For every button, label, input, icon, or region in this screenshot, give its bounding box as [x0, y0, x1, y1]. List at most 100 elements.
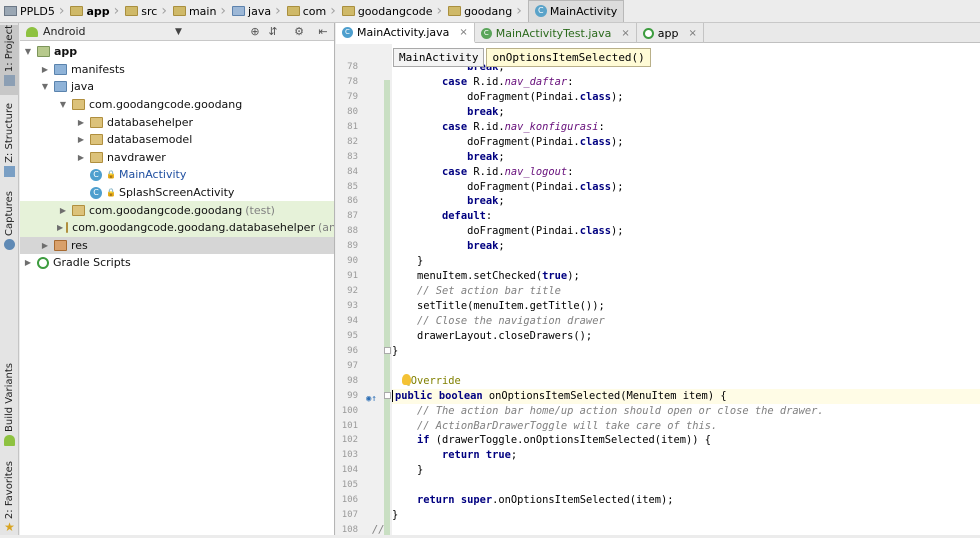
tab-structure[interactable]: Z: Structure [0, 103, 19, 193]
close-icon[interactable]: × [621, 28, 629, 39]
crumb-method[interactable]: onOptionsItemSelected() [486, 48, 651, 67]
code-token: boolean [438, 389, 483, 402]
collapsed-arrow-icon[interactable]: ▶ [75, 135, 87, 144]
code-area[interactable]: 78 break; 78 case R.id.nav_daftar: 79 do… [342, 60, 980, 538]
android-icon [4, 434, 15, 446]
tree-item-gradle-scripts[interactable]: ▶ Gradle Scripts [20, 254, 334, 272]
project-icon [4, 6, 17, 16]
collapsed-arrow-icon[interactable]: ▶ [75, 153, 87, 162]
tree-item-mainactivity[interactable]: C 🔒 MainActivity [20, 166, 334, 184]
breadcrumb-mainactivity[interactable]: C MainActivity [527, 0, 625, 22]
code-token: true [542, 270, 568, 283]
breadcrumb-app[interactable]: app › [70, 0, 125, 22]
gear-icon[interactable]: ⚙ [292, 25, 306, 39]
chevron-right-icon: › [220, 3, 227, 19]
chevron-down-icon[interactable]: ▼ [175, 27, 182, 37]
tree-item-navdrawer[interactable]: ▶ navdrawer [20, 149, 334, 167]
close-icon[interactable]: × [459, 27, 467, 38]
close-icon[interactable]: × [688, 28, 696, 39]
code-line: 90 } [347, 254, 980, 269]
line-number: 90 [347, 256, 358, 267]
code-line: 102 if (drawerToggle.onOptionsItemSelect… [342, 433, 980, 448]
code-comment: // Close the navigation drawer [417, 314, 605, 327]
collapsed-arrow-icon[interactable]: ▶ [22, 258, 34, 267]
project-panel: Android ▼ ⊕ ⇵ ⚙ ⇤ ▼ app ▶ manifests ▼ java … [20, 23, 335, 535]
breadcrumb-goodang[interactable]: goodang › [448, 0, 528, 22]
code-token: ); [610, 90, 624, 103]
collapsed-arrow-icon[interactable]: ▶ [39, 65, 51, 74]
code-token: if [417, 434, 430, 447]
chevron-right-icon: › [330, 3, 336, 19]
fold-marker[interactable] [384, 391, 391, 399]
breadcrumb-goodangcode[interactable]: goodangcode › [341, 0, 448, 22]
code-line: 83 break; [347, 150, 980, 165]
breadcrumb-project[interactable]: PPLD5 › [4, 0, 70, 22]
view-selector[interactable]: Android [43, 25, 86, 38]
code-token: : [567, 165, 574, 178]
tree-item-splashscreenactivity[interactable]: C 🔒 SplashScreenActivity [20, 184, 334, 202]
code-line: 100 // The action bar home/up action sho… [342, 404, 980, 419]
tab-favorites[interactable]: 2: Favorites ★ [0, 461, 19, 533]
line-number: 83 [347, 151, 358, 162]
tree-item-manifests[interactable]: ▶ manifests [20, 61, 334, 79]
tree-item-app[interactable]: ▼ app [20, 43, 334, 61]
code-line: 79 doFragment(Pindai.class); [347, 90, 980, 105]
tree-label: databasehelper [107, 115, 194, 129]
breadcrumb-com[interactable]: com › [286, 0, 342, 22]
tree-item-package[interactable]: ▼ com.goodangcode.goodang [20, 96, 334, 114]
expanded-arrow-icon[interactable]: ▼ [39, 82, 51, 91]
tree-item-test-package[interactable]: ▶ com.goodangcode.goodang (test) [20, 201, 334, 219]
code-token: nav_konfigurasi [504, 120, 599, 133]
tab-mainactivitytest-java[interactable]: C MainActivityTest.java × [475, 23, 637, 43]
fold-marker[interactable] [384, 346, 391, 354]
code-token: doFragment(Pindai. [467, 180, 580, 193]
hide-icon[interactable]: ⇤ [316, 25, 330, 39]
code-token: case [442, 165, 468, 178]
tree-label: SplashScreenActivity [118, 186, 235, 200]
expanded-arrow-icon[interactable]: ▼ [22, 47, 34, 56]
collapsed-arrow-icon[interactable]: ▶ [75, 118, 87, 127]
tab-captures[interactable]: Captures [0, 191, 19, 251]
breadcrumb-label: com [302, 4, 327, 18]
code-line: 103 return true; [342, 448, 980, 463]
code-token: class [579, 180, 611, 193]
lightbulb-icon[interactable] [402, 373, 411, 385]
tab-app[interactable]: app × [637, 23, 704, 43]
collapse-icon[interactable]: ⇵ [266, 25, 280, 39]
tree-item-databasehelper[interactable]: ▶ databasehelper [20, 113, 334, 131]
collapsed-arrow-icon[interactable]: ▶ [39, 241, 51, 250]
tree-label: manifests [71, 62, 125, 76]
locate-icon[interactable]: ⊕ [248, 25, 262, 39]
line-number: 99 [347, 390, 358, 401]
line-number: 107 [341, 510, 358, 521]
project-tree: ▼ app ▶ manifests ▼ java ▼ com.goodangcode.g… [20, 41, 334, 272]
chevron-right-icon: › [275, 3, 281, 19]
tree-item-databasemodel[interactable]: ▶ databasemodel [20, 131, 334, 149]
code-line: 89 break; [347, 239, 980, 254]
code-token: doFragment(Pindai. [467, 90, 580, 103]
package-icon [90, 134, 103, 146]
tree-item-java[interactable]: ▼ java [20, 78, 334, 96]
tab-project[interactable]: 1: Project [0, 25, 19, 95]
tree-item-androidtest-package[interactable]: ▶ com.goodangcode.goodang.databasehelper(… [20, 218, 334, 237]
tree-item-res[interactable]: ▶ res [20, 236, 334, 255]
expanded-arrow-icon[interactable]: ▼ [57, 100, 69, 109]
collapsed-arrow-icon[interactable]: ▶ [57, 206, 69, 215]
code-token: break [467, 240, 499, 253]
line-number: 108 [341, 525, 358, 536]
breadcrumb-src[interactable]: src › [125, 0, 173, 22]
override-gutter-icon[interactable]: ◉↑ [366, 392, 377, 407]
code-line: 85 doFragment(Pindai.class); [347, 180, 980, 195]
captures-icon [4, 238, 15, 250]
line-number: 98 [347, 375, 358, 386]
tab-build-variants[interactable]: Build Variants [0, 363, 19, 453]
tab-mainactivity-java[interactable]: C MainActivity.java × [336, 23, 475, 43]
code-token: } [392, 344, 399, 357]
line-number: 91 [347, 271, 358, 282]
collapsed-arrow-icon[interactable]: ▶ [57, 223, 63, 232]
line-number: 102 [341, 435, 358, 446]
crumb-class[interactable]: MainActivity [393, 48, 485, 67]
line-number: 79 [347, 91, 358, 102]
breadcrumb-main[interactable]: main › [172, 0, 232, 22]
breadcrumb-java[interactable]: java › [232, 0, 287, 22]
